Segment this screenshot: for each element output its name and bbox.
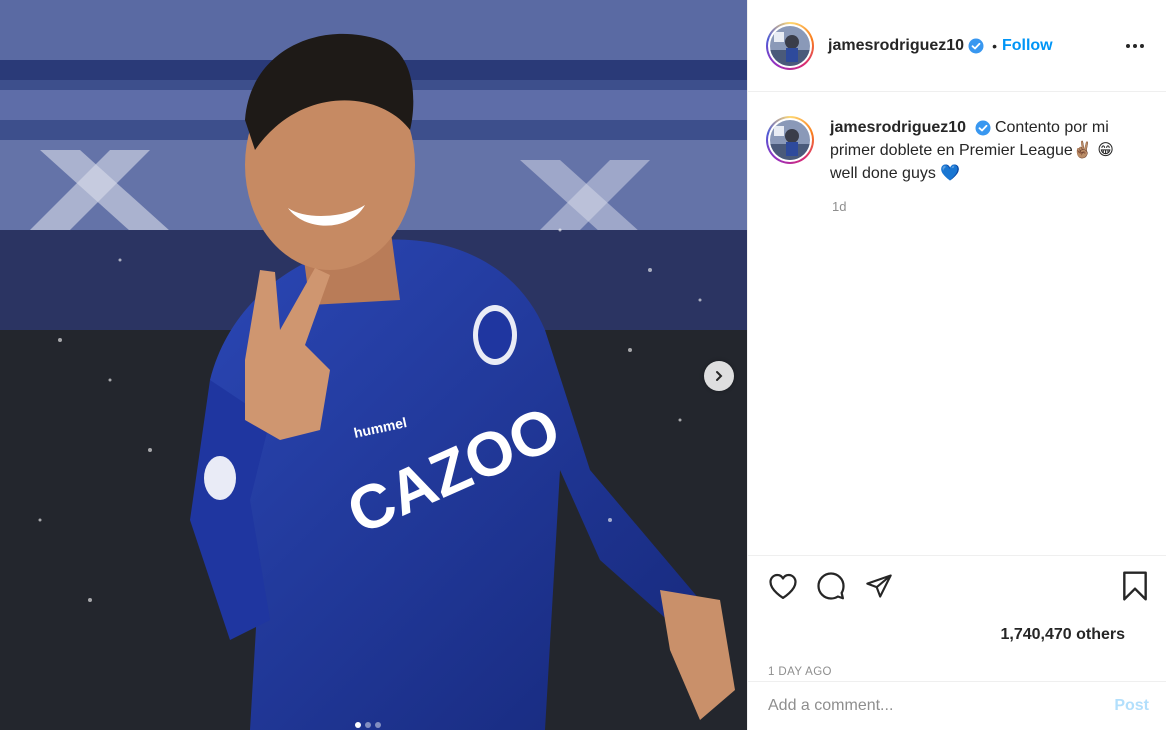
profile-picture [770, 120, 810, 160]
profile-picture [770, 25, 810, 66]
post-photo[interactable]: CAZOO hummel [0, 0, 747, 730]
heart-icon[interactable] [768, 572, 798, 600]
post-actions: 1,740,470 others 1 DAY AGO [748, 555, 1166, 678]
carousel-dot [355, 722, 361, 728]
carousel-next-button[interactable] [704, 361, 734, 391]
bookmark-icon[interactable] [1121, 570, 1149, 602]
post-header: jamesrodriguez10 • Follow [748, 0, 1166, 92]
post-details-panel: jamesrodriguez10 • Follow jamesrodriguez… [747, 0, 1166, 730]
username-link[interactable]: jamesrodriguez10 [828, 37, 964, 55]
verified-badge-icon [975, 120, 991, 136]
carousel-dots [355, 722, 381, 728]
caption-username-link[interactable]: jamesrodriguez10 [830, 119, 966, 136]
likes-count[interactable]: 1,740,470 others [768, 626, 1149, 644]
comment-icon[interactable] [816, 571, 846, 601]
carousel-dot [365, 722, 371, 728]
caption-avatar[interactable] [766, 116, 814, 164]
carousel-dot [375, 722, 381, 728]
share-icon[interactable] [864, 572, 894, 600]
post-comment-button[interactable]: Post [1114, 697, 1149, 715]
more-options-icon[interactable] [1122, 40, 1148, 52]
player-figure: CAZOO hummel [0, 33, 747, 730]
caption-line2: well done guys [830, 165, 936, 182]
caption-emoji-heart: 💙 [940, 165, 961, 182]
caption-emoji-victory: ✌🏽 [1072, 142, 1093, 159]
follow-button[interactable]: Follow [1002, 37, 1053, 55]
caption-time[interactable]: 1d [832, 199, 1166, 214]
caption-text: jamesrodriguez10 Contento por mi primer … [830, 116, 1140, 185]
verified-badge-icon [968, 38, 984, 54]
chevron-right-icon [716, 371, 723, 381]
post-caption: jamesrodriguez10 Contento por mi primer … [748, 92, 1166, 185]
comment-input[interactable] [768, 697, 1115, 715]
separator-dot: • [992, 37, 997, 54]
comment-form: Post [748, 681, 1166, 730]
avatar[interactable] [766, 21, 814, 70]
post-timestamp[interactable]: 1 DAY AGO [768, 666, 1149, 678]
caption-emoji-grin: 😁 [1097, 142, 1114, 159]
